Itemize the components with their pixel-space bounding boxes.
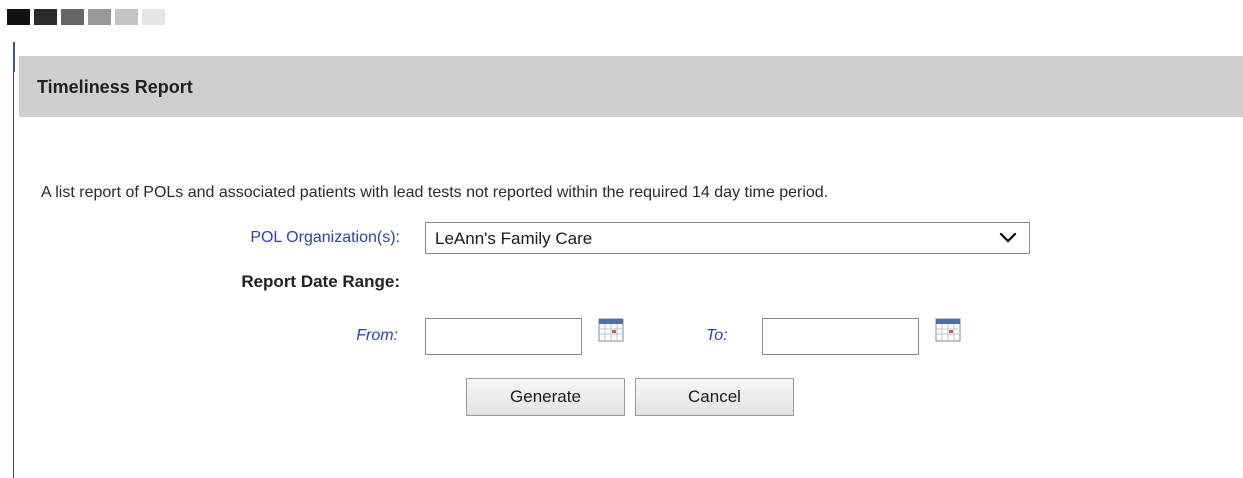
left-border-accent-top — [13, 42, 15, 72]
swatch-6 — [142, 9, 165, 25]
swatch-2 — [34, 9, 57, 25]
report-date-range-label: Report Date Range: — [241, 272, 400, 291]
chevron-down-icon — [999, 232, 1017, 243]
to-date-label: To: — [706, 327, 728, 344]
from-date-input[interactable] — [425, 318, 582, 355]
generate-button[interactable]: Generate — [466, 378, 625, 416]
cancel-button[interactable]: Cancel — [635, 378, 794, 416]
page-title: Timeliness Report — [37, 77, 193, 97]
to-date-input[interactable] — [762, 318, 919, 355]
pol-organization-select[interactable]: LeAnn's Family Care — [425, 222, 1030, 254]
pol-organization-label: POL Organization(s): — [250, 229, 400, 246]
swatch-3 — [61, 9, 84, 25]
calendar-icon[interactable] — [935, 318, 961, 342]
swatch-5 — [115, 9, 138, 25]
swatch-1 — [7, 9, 30, 25]
report-header: Timeliness Report — [19, 56, 1243, 117]
calendar-icon[interactable] — [598, 318, 624, 342]
left-border-accent — [13, 72, 14, 478]
color-swatch-strip — [7, 9, 165, 25]
report-description: A list report of POLs and associated pat… — [41, 184, 829, 201]
from-date-label: From: — [356, 327, 398, 344]
pol-organization-selected-value: LeAnn's Family Care — [435, 229, 593, 248]
swatch-4 — [88, 9, 111, 25]
